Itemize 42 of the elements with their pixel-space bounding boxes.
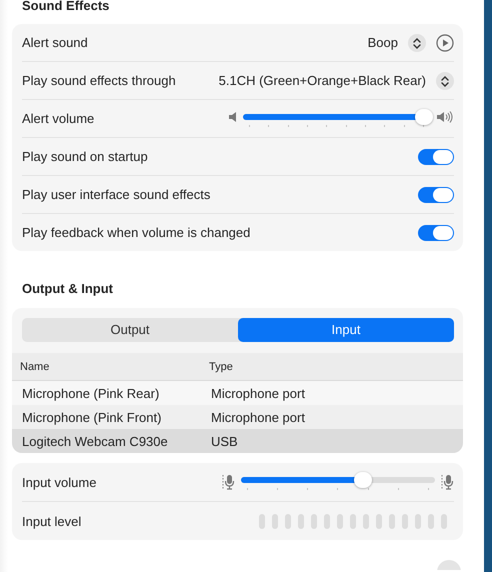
chevron-updown-icon[interactable] — [408, 34, 426, 52]
table-cell-text: Microphone (Pink Front) — [22, 410, 162, 424]
table-cell-text: Microphone (Pink Rear) — [22, 386, 160, 400]
popup-value[interactable]: 5.1CH (Green+Orange+Black Rear) — [218, 73, 426, 88]
play-icon[interactable] — [436, 34, 454, 52]
slider[interactable] — [243, 108, 430, 124]
slider[interactable] — [241, 472, 435, 488]
setting-label: Play feedback when volume is changed — [22, 225, 250, 240]
table-cell-text: Logitech Webcam C930e — [22, 434, 169, 448]
toggle-switch[interactable] — [418, 148, 454, 164]
setting-label: Alert sound — [22, 35, 88, 50]
column-header: Name — [20, 360, 50, 372]
setting-label: Play user interface sound effects — [22, 187, 210, 202]
microphone-icon — [222, 474, 235, 490]
slider-thumb[interactable] — [354, 472, 372, 488]
popup-value[interactable]: Boop — [368, 35, 398, 50]
table-row[interactable]: Logitech Webcam C930e USB — [12, 429, 463, 453]
table-cell: USB — [211, 434, 238, 448]
segment-tab[interactable]: Input — [238, 318, 454, 342]
section-heading: Output & Input — [21, 282, 114, 298]
table-cell: Microphone port — [211, 386, 305, 400]
setting-label: Play sound effects through — [22, 73, 176, 88]
setting-label: Alert volume — [22, 111, 94, 126]
table-row[interactable]: Microphone (Pink Front) Microphone port — [12, 405, 463, 429]
tick-mark — [277, 488, 278, 490]
section-heading: Sound Effects — [21, 0, 110, 15]
microphone-icon — [441, 474, 454, 490]
chevron-updown-icon[interactable] — [436, 72, 454, 90]
toggle-switch[interactable] — [418, 224, 454, 240]
speaker-icon — [228, 110, 237, 122]
tick-mark — [428, 488, 429, 490]
segment-tab[interactable]: Output — [22, 318, 238, 342]
table-cell: Microphone port — [211, 410, 305, 424]
toggle-switch[interactable] — [418, 186, 454, 202]
setting-label: Input level — [22, 514, 82, 528]
tick-mark — [247, 488, 248, 490]
setting-label: Play sound on startup — [22, 149, 148, 164]
setting-label: Input volume — [22, 474, 96, 490]
column-header: Type — [209, 360, 233, 372]
speaker-loud-icon — [436, 110, 454, 122]
slider-thumb[interactable] — [415, 108, 434, 124]
tick-mark — [398, 488, 399, 490]
